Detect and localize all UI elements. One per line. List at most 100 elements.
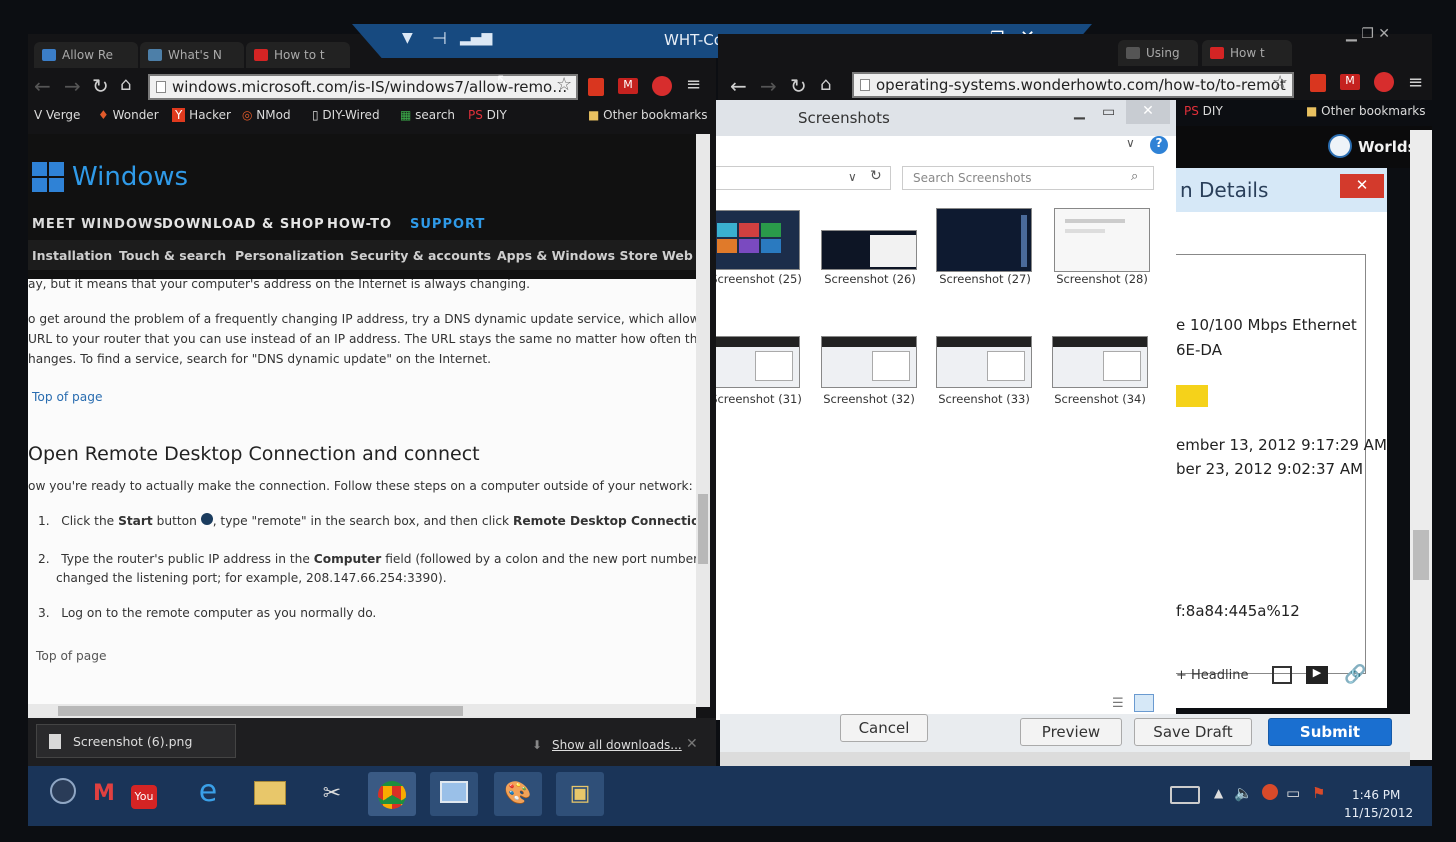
vertical-scrollbar[interactable] bbox=[1410, 130, 1432, 760]
nav-how-to[interactable]: HOW-TO bbox=[327, 217, 392, 232]
star-icon[interactable]: ☆ bbox=[556, 74, 572, 95]
bookmark-hacker[interactable]: Y Hacker bbox=[172, 108, 231, 122]
star-icon[interactable]: ☆ bbox=[1272, 72, 1288, 93]
video-icon[interactable]: ▶ bbox=[1306, 666, 1328, 684]
chevron-up-icon[interactable]: ▲ bbox=[1214, 786, 1223, 800]
top-of-page-link[interactable]: Top of page bbox=[36, 647, 107, 666]
menu-icon[interactable]: ≡ bbox=[686, 74, 701, 95]
scroll-thumb[interactable] bbox=[58, 706, 463, 716]
gmail-icon[interactable]: M bbox=[618, 78, 638, 94]
reload-icon[interactable]: ↻ bbox=[790, 74, 807, 98]
forward-icon[interactable]: → bbox=[760, 74, 777, 98]
paint-taskbar-icon[interactable]: 🎨 bbox=[494, 772, 542, 816]
thumbnail-screenshot-27[interactable] bbox=[936, 208, 1032, 272]
clock-time[interactable]: 1:46 PM bbox=[1352, 788, 1400, 802]
top-of-page-link[interactable]: Top of page bbox=[32, 388, 103, 407]
other-bookmarks[interactable]: ■ Other bookmarks bbox=[588, 108, 707, 122]
pin-icon[interactable]: ⊣ bbox=[432, 29, 447, 49]
tab-whats-new[interactable]: What's N bbox=[140, 42, 244, 68]
extension-icon[interactable] bbox=[1310, 74, 1326, 92]
search-input[interactable]: Search Screenshots ⌕ bbox=[902, 166, 1154, 190]
submit-button[interactable]: Submit bbox=[1268, 718, 1392, 746]
horizontal-scrollbar[interactable] bbox=[28, 704, 696, 718]
subnav-installation[interactable]: Installation bbox=[32, 248, 112, 263]
remote-desktop-taskbar-icon[interactable] bbox=[430, 772, 478, 816]
adblock-icon[interactable] bbox=[1374, 72, 1394, 92]
explorer-taskbar-icon[interactable] bbox=[246, 772, 294, 816]
thumbnail-screenshot-31[interactable] bbox=[716, 336, 800, 388]
adblock-icon[interactable] bbox=[652, 76, 672, 96]
path-box[interactable]: ∨ ↻ bbox=[716, 166, 891, 190]
nav-download-shop[interactable]: DOWNLOAD & SHOP bbox=[162, 217, 325, 232]
chevron-down-icon[interactable]: ∨ bbox=[848, 170, 857, 184]
bookmark-diy-wired[interactable]: ▯ DIY-Wired bbox=[312, 108, 380, 122]
keyboard-icon[interactable] bbox=[1170, 786, 1200, 804]
volume-icon[interactable]: 🔈 bbox=[1234, 784, 1253, 802]
large-icons-view-icon[interactable] bbox=[1134, 694, 1154, 712]
image-icon[interactable] bbox=[1272, 666, 1292, 684]
thumbnail-screenshot-28[interactable] bbox=[1054, 208, 1150, 272]
home-icon[interactable]: ⌂ bbox=[820, 74, 831, 95]
help-icon[interactable]: ? bbox=[1150, 136, 1168, 154]
subnav-apps[interactable]: Apps & Windows Store bbox=[497, 248, 658, 263]
snipping-taskbar-icon[interactable]: ✂ bbox=[308, 772, 356, 816]
download-item[interactable]: Screenshot (6).png bbox=[36, 724, 236, 758]
tab-how-to[interactable]: How t bbox=[1202, 40, 1292, 66]
maximize-icon[interactable]: ▭ bbox=[1102, 104, 1115, 120]
gmail-icon[interactable]: M bbox=[1340, 74, 1360, 90]
flag-icon[interactable]: ⚑ bbox=[1312, 784, 1325, 802]
vertical-scrollbar[interactable] bbox=[696, 134, 710, 707]
tab-allow-remote[interactable]: Allow Re bbox=[34, 42, 138, 68]
refresh-icon[interactable]: ↻ bbox=[870, 168, 882, 184]
horizontal-scrollbar[interactable] bbox=[720, 752, 1410, 766]
tab-how-to[interactable]: How to t bbox=[246, 42, 350, 68]
menu-icon[interactable]: ≡ bbox=[1408, 72, 1423, 93]
thumbnail-screenshot-25[interactable] bbox=[716, 210, 800, 270]
nav-support[interactable]: SUPPORT bbox=[410, 217, 485, 232]
address-bar[interactable]: windows.microsoft.com/is-IS/windows7/all… bbox=[148, 74, 578, 100]
bookmark-search[interactable]: ▦ search bbox=[400, 108, 455, 122]
back-icon[interactable]: ← bbox=[34, 74, 51, 98]
ie-taskbar-icon[interactable]: e bbox=[184, 772, 232, 816]
start-button[interactable] bbox=[50, 778, 76, 804]
bookmark-diy[interactable]: PS DIY bbox=[1184, 104, 1223, 118]
subnav-security[interactable]: Security & accounts bbox=[350, 248, 491, 263]
thumbnail-screenshot-32[interactable] bbox=[821, 336, 917, 388]
bookmark-wonder[interactable]: ♦ Wonder bbox=[98, 108, 159, 122]
tab-using[interactable]: Using bbox=[1118, 40, 1198, 66]
bookmark-verge[interactable]: V Verge bbox=[34, 108, 80, 122]
thumbnail-screenshot-26[interactable] bbox=[821, 230, 917, 270]
window-min-icon[interactable]: ▁ ❐ ✕ bbox=[1346, 26, 1390, 42]
preview-button[interactable]: Preview bbox=[1020, 718, 1122, 746]
close-icon[interactable]: ✕ bbox=[686, 736, 698, 752]
subnav-web[interactable]: Web bbox=[662, 248, 693, 263]
bookmark-diy[interactable]: PS DIY bbox=[468, 108, 507, 122]
home-icon[interactable]: ⌂ bbox=[120, 74, 131, 95]
link-icon[interactable]: 🔗 bbox=[1344, 664, 1366, 685]
thumbnail-screenshot-33[interactable] bbox=[936, 336, 1032, 388]
other-bookmarks[interactable]: ■ Other bookmarks bbox=[1306, 104, 1425, 118]
minimize-icon[interactable]: ▁ bbox=[1074, 104, 1085, 120]
show-all-downloads-link[interactable]: Show all downloads... bbox=[552, 738, 682, 752]
forward-icon[interactable]: → bbox=[64, 74, 81, 98]
subnav-personalization[interactable]: Personalization bbox=[235, 248, 344, 263]
network-icon[interactable]: ▭ bbox=[1286, 784, 1300, 802]
youtube-taskbar-icon[interactable]: You bbox=[120, 772, 168, 816]
nav-meet-windows[interactable]: MEET WINDOWS bbox=[32, 217, 164, 232]
chevron-down-icon[interactable]: ▼ bbox=[402, 30, 413, 46]
clock-date[interactable]: 11/15/2012 bbox=[1344, 806, 1413, 820]
bookmark-nmod[interactable]: ◎ NMod bbox=[242, 108, 291, 122]
subnav-touch-search[interactable]: Touch & search bbox=[119, 248, 226, 263]
back-icon[interactable]: ← bbox=[730, 74, 747, 98]
save-draft-button[interactable]: Save Draft bbox=[1134, 718, 1252, 746]
add-headline-button[interactable]: + Headline bbox=[1176, 668, 1248, 683]
tray-app-icon[interactable] bbox=[1262, 784, 1278, 800]
thumbnail-screenshot-34[interactable] bbox=[1052, 336, 1148, 388]
close-button[interactable]: ✕ bbox=[1340, 174, 1384, 198]
close-button[interactable]: ✕ bbox=[1126, 100, 1170, 124]
extension-icon[interactable] bbox=[588, 78, 604, 96]
address-bar[interactable]: operating-systems.wonderhowto.com/how-to… bbox=[852, 72, 1294, 98]
network-taskbar-icon[interactable]: ▣ bbox=[556, 772, 604, 816]
chevron-down-icon[interactable]: ∨ bbox=[1126, 136, 1135, 150]
details-view-icon[interactable]: ☰ bbox=[1112, 696, 1124, 711]
